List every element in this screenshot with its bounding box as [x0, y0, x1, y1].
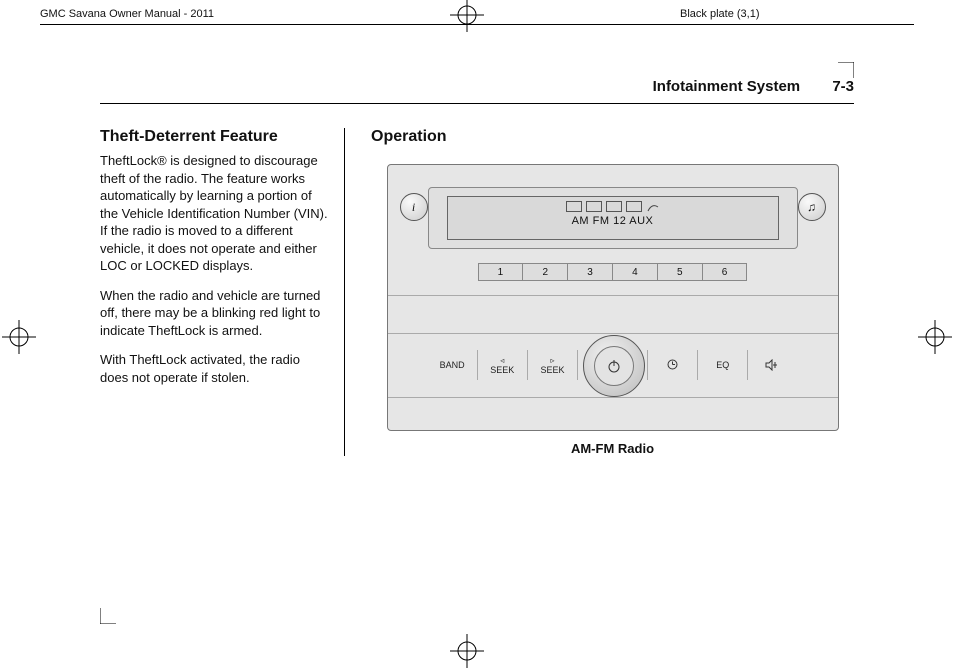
- running-head: Infotainment System 7-3: [100, 78, 854, 104]
- registration-mark-bottom: [450, 634, 484, 668]
- speaker-icon: [765, 359, 781, 371]
- speaker-button: [748, 350, 797, 380]
- seek-fwd-button: ▹ SEEK: [528, 350, 578, 380]
- theft-para-2: When the radio and vehicle are turned of…: [100, 287, 330, 340]
- category-button: ♫: [798, 193, 826, 221]
- figure-caption: AM-FM Radio: [371, 441, 854, 456]
- music-note-icon: ♫: [807, 200, 816, 214]
- antenna-icon: [646, 201, 660, 212]
- preset-5: 5: [658, 263, 703, 281]
- band-button: BAND: [428, 350, 478, 380]
- preset-row: 1 2 3 4 5 6: [478, 263, 748, 281]
- seek-back-icon: ◃: [500, 356, 504, 365]
- radio-figure: i ♫ AM FM 12 AUX: [371, 164, 854, 456]
- eq-label: EQ: [716, 360, 729, 370]
- info-icon: i: [412, 200, 415, 215]
- display-main-line: AM FM 12 AUX: [448, 215, 778, 227]
- preset-3: 3: [568, 263, 613, 281]
- eq-button: EQ: [698, 350, 748, 380]
- chapter-title: Infotainment System: [653, 78, 801, 95]
- theft-para-1: TheftLock® is designed to discourage the…: [100, 152, 330, 275]
- clock-button: [648, 350, 698, 380]
- registration-mark-left: [2, 320, 36, 354]
- preset-2: 2: [523, 263, 568, 281]
- display-indicator-row: [448, 201, 778, 212]
- preset-6: 6: [703, 263, 748, 281]
- left-column: Theft-Deterrent Feature TheftLock® is de…: [100, 128, 345, 456]
- theft-deterrent-heading: Theft-Deterrent Feature: [100, 128, 330, 146]
- radio-display: AM FM 12 AUX: [447, 196, 779, 240]
- seek-back-label: SEEK: [490, 365, 514, 375]
- page-content: Infotainment System 7-3 Theft-Deterrent …: [100, 78, 854, 618]
- seek-fwd-icon: ▹: [550, 356, 554, 365]
- crop-corner-tr: [838, 62, 854, 78]
- preset-1: 1: [478, 263, 524, 281]
- band-label: BAND: [440, 360, 465, 370]
- plate-note: Black plate (3,1): [680, 8, 759, 20]
- seek-fwd-label: SEEK: [540, 365, 564, 375]
- display-bezel: AM FM 12 AUX: [428, 187, 798, 249]
- power-icon: [607, 359, 621, 373]
- page-number: 7-3: [832, 78, 854, 95]
- seek-back-button: ◃ SEEK: [478, 350, 528, 380]
- theft-para-3: With TheftLock activated, the radio does…: [100, 351, 330, 386]
- right-column: Operation i ♫: [365, 128, 854, 456]
- volume-power-knob: [583, 335, 645, 397]
- two-column-layout: Theft-Deterrent Feature TheftLock® is de…: [100, 128, 854, 456]
- radio-faceplate: i ♫ AM FM 12 AUX: [387, 164, 839, 431]
- preset-4: 4: [613, 263, 658, 281]
- manual-title: GMC Savana Owner Manual - 2011: [40, 8, 214, 20]
- operation-heading: Operation: [371, 128, 854, 146]
- registration-mark-right: [918, 320, 952, 354]
- info-button: i: [400, 193, 428, 221]
- registration-mark-top: [450, 0, 484, 32]
- clock-icon: [667, 359, 678, 370]
